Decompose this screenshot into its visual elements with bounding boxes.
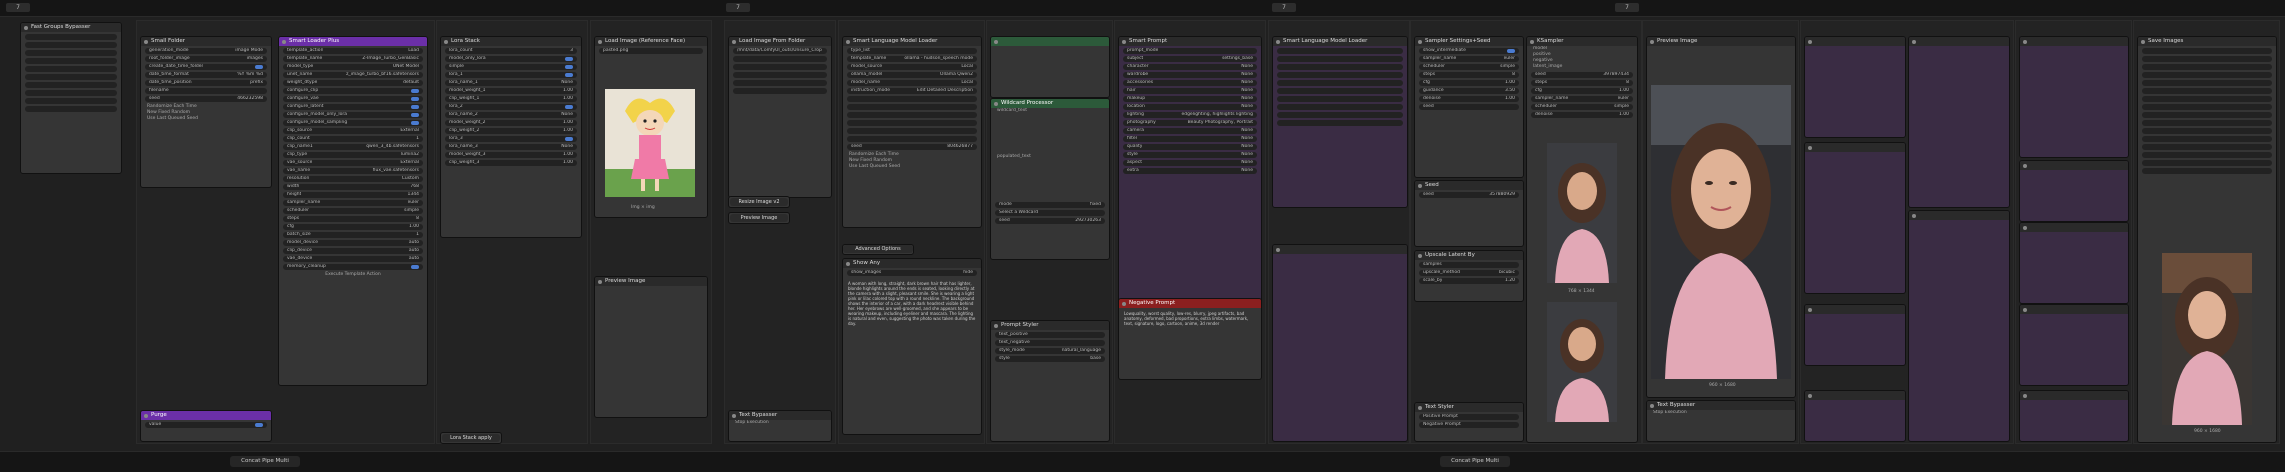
portrait-photo [1547, 143, 1617, 283]
prompt-styler-node[interactable]: Prompt Styler text_positive text_negativ… [990, 320, 1110, 442]
purge-node[interactable]: Purge value [140, 410, 272, 442]
reference-image [605, 89, 695, 197]
node-title[interactable]: Load Image From Folder [729, 37, 831, 46]
lora-apply-button[interactable]: Lora Stack apply [440, 432, 502, 444]
upscale-latent-node[interactable]: Upscale Latent By samples upscale_method… [1414, 250, 1524, 302]
node-title[interactable]: Sampler Settings+Seed [1415, 37, 1523, 46]
node-title[interactable]: Negative Prompt [1119, 299, 1261, 308]
ksampler-node[interactable]: KSampler model positive negative latent_… [1526, 36, 1638, 443]
preview-output-image [1651, 85, 1791, 379]
node-title[interactable]: Smart Language Model Loader [843, 37, 981, 46]
smart-llm-loader-2-node[interactable]: Smart Language Model Loader [1272, 36, 1408, 208]
wildcard-processor-node[interactable]: Wildcard Processor wildcard_text populat… [990, 98, 1110, 260]
node-title[interactable]: Show Any [843, 259, 981, 268]
node-title[interactable]: Smart Language Model Loader [1273, 37, 1407, 46]
toolbar-tag[interactable]: 7 [726, 3, 750, 12]
smart-language-model-node[interactable]: Smart Language Model Loader type_list te… [842, 36, 982, 228]
node-title[interactable]: Wildcard Processor [991, 99, 1109, 108]
node-title[interactable]: Smart Prompt [1119, 37, 1261, 46]
detailer-node-11[interactable] [2019, 390, 2129, 442]
detailer-node-6[interactable] [1908, 210, 2010, 442]
detailer-node-8[interactable] [2019, 160, 2129, 222]
show-any-node[interactable]: Show Any show_images hide A woman with lo… [842, 258, 982, 435]
node-title[interactable]: Smart Loader Plus [279, 37, 427, 46]
portrait-photo [1651, 85, 1791, 379]
toolbar-tag[interactable]: 7 [1272, 3, 1296, 12]
detailer-node-10[interactable] [2019, 304, 2129, 386]
detailer-node-9[interactable] [2019, 222, 2129, 304]
preview-image-main-node[interactable]: Preview Image 960 × 1680 [1646, 36, 1796, 398]
node-title[interactable]: Save Images [2138, 37, 2276, 46]
node-title[interactable]: Preview Image [595, 277, 707, 286]
load-image-folder-node[interactable]: Load Image From Folder /mnt/data/ComfyUI… [728, 36, 832, 198]
node-title[interactable]: Small Folder [141, 37, 271, 46]
fast-groups-bypasser-node[interactable]: Fast Groups Bypasser [20, 22, 122, 174]
portrait-photo [2162, 253, 2252, 425]
smart-prompt-node[interactable]: Smart Prompt prompt_mode subject settings… [1118, 36, 1262, 308]
node-title[interactable]: Preview Image [1647, 37, 1795, 46]
description-text: A woman with long, straight, dark brown … [848, 281, 976, 326]
save-images-node[interactable]: Save Images 960 × 1680 [2137, 36, 2277, 443]
toolbar-tag[interactable]: 7 [1615, 3, 1639, 12]
ksampler-preview-image [1547, 143, 1617, 283]
node-title[interactable]: Text Bypasser [729, 411, 831, 420]
preview-image-button[interactable]: Preview Image [728, 212, 790, 224]
node-title[interactable]: Upscale Latent By [1415, 251, 1523, 260]
top-toolbar: 7 7 7 7 [0, 0, 2285, 17]
sampler-settings-node[interactable]: Sampler Settings+Seed show_intermediate … [1414, 36, 1524, 178]
preview-image-node[interactable]: Preview Image [594, 276, 708, 418]
text-bypasser-node[interactable]: Text Bypasser Stop Execution [728, 410, 832, 442]
lora-stack-node[interactable]: Lora Stack lora_count 3 model_only_lora s… [440, 36, 582, 238]
advanced-options-button[interactable]: Advanced Options [842, 244, 914, 255]
portrait-photo [1547, 302, 1617, 422]
concat-pipe-button[interactable]: Concat Pipe Multi [230, 456, 300, 467]
cartoon-girl-drawing [605, 89, 695, 197]
green-notes-node[interactable] [990, 36, 1110, 98]
node-title[interactable]: Text Bypasser [1647, 401, 1795, 410]
saved-output-image [2162, 253, 2252, 425]
text-bypasser-2-node[interactable]: Text Bypasser Stop Execution [1646, 400, 1796, 442]
detailer-node-4[interactable] [1804, 390, 1906, 442]
small-folder-node[interactable]: Small Folder generation_mode image Mode r… [140, 36, 272, 188]
detailer-node-5[interactable] [1908, 36, 2010, 208]
smart-loader-plus-node[interactable]: Smart Loader Plus template_action Load te… [278, 36, 428, 386]
detailer-node-1[interactable] [1804, 36, 1906, 138]
node-title[interactable]: KSampler [1527, 37, 1637, 46]
concat-pipe-button[interactable]: Concat Pipe Multi [1440, 456, 1510, 467]
toolbar-tag[interactable]: 7 [6, 3, 30, 12]
node-title[interactable]: Fast Groups Bypasser [21, 23, 121, 32]
detailer-node-7[interactable] [2019, 36, 2129, 158]
ksampler-upscaled-image [1547, 302, 1617, 422]
detailer-node-2[interactable] [1804, 142, 1906, 294]
node-title[interactable]: Prompt Styler [991, 321, 1109, 330]
seed-node[interactable]: Seed seed 357880929 [1414, 180, 1524, 247]
bottom-toolbar: Concat Pipe Multi Concat Pipe Multi [0, 451, 2285, 472]
resize-image-button[interactable]: Resize Image v2 [728, 196, 790, 208]
node-title[interactable]: Purge [141, 411, 271, 420]
comfy-canvas[interactable]: 7 7 7 7 Fast Groups Bypasser Small Folde… [0, 0, 2285, 472]
node-title[interactable]: Lora Stack [441, 37, 581, 46]
detailer-node-3[interactable] [1804, 304, 1906, 366]
node-title[interactable]: Seed [1415, 181, 1523, 190]
node-title[interactable]: Load Image (Reference Face) [595, 37, 707, 46]
text-styler-node[interactable]: Text Styler Positive Prompt Negative Pro… [1414, 402, 1524, 442]
show-text-node[interactable] [1272, 244, 1408, 442]
negative-prompt-node[interactable]: Negative Prompt Lowquality, worst qualit… [1118, 298, 1262, 380]
node-title[interactable]: Text Styler [1415, 403, 1523, 412]
load-image-reference-node[interactable]: Load Image (Reference Face) pasted.png I… [594, 36, 708, 218]
